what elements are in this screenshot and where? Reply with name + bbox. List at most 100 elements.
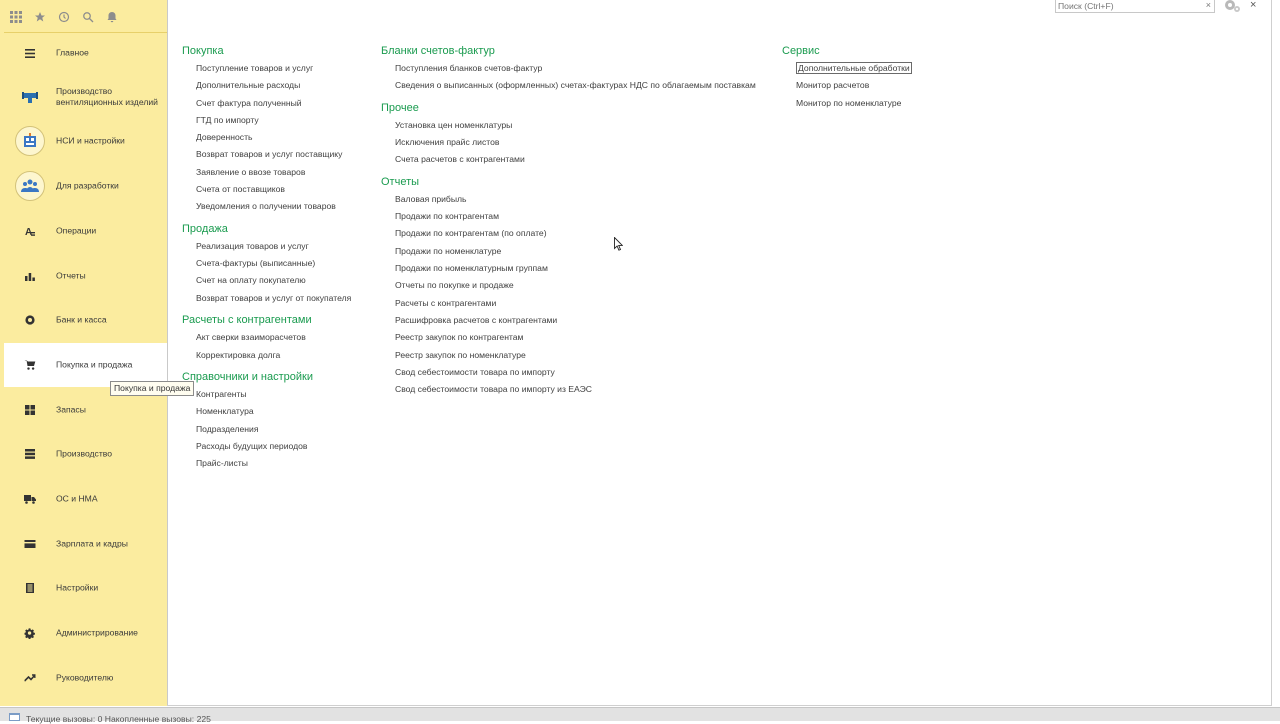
- section-development[interactable]: Для разработки: [4, 164, 167, 208]
- section-label: Администрирование: [56, 627, 138, 638]
- section-ventilation-production[interactable]: Производство вентиляционных изделий: [4, 75, 167, 119]
- section-label: Отчеты: [56, 270, 86, 281]
- section-reference-data[interactable]: НСИ и настройки: [4, 119, 167, 163]
- command-link-label: Доверенность: [196, 132, 253, 143]
- command-group: Отчеты Валовая прибыль Продажи по контраге…: [381, 174, 756, 399]
- command-link[interactable]: Валовая прибыль: [395, 191, 756, 208]
- coin-icon: [25, 315, 35, 325]
- command-link-label: Счет на оплату покупателю: [196, 275, 306, 286]
- section-label: ОС и НМА: [56, 493, 98, 504]
- section-fixed-assets[interactable]: ОС и НМА: [4, 477, 167, 521]
- command-link[interactable]: Расходы будущих периодов: [196, 438, 351, 455]
- section-reports[interactable]: Отчеты: [4, 254, 167, 298]
- card-icon: [24, 540, 36, 548]
- section-salary-hr[interactable]: Зарплата и кадры: [4, 522, 167, 566]
- factory-icon: [25, 449, 35, 459]
- section-administration[interactable]: Администрирование: [4, 611, 167, 655]
- command-link[interactable]: Реализация товаров и услуг: [196, 238, 351, 255]
- command-link-label: Продажи по контрагентам (по оплате): [395, 228, 547, 239]
- command-link-label: Исключения прайс листов: [395, 137, 500, 148]
- command-link[interactable]: Продажи по контрагентам (по оплате): [395, 225, 756, 242]
- command-link-label: Дополнительные обработки: [796, 62, 912, 74]
- command-link[interactable]: Счета расчетов с контрагентами: [395, 151, 756, 168]
- command-link[interactable]: Монитор расчетов: [796, 77, 912, 94]
- command-link[interactable]: Установка цен номенклатуры: [395, 117, 756, 134]
- apps-grid-icon[interactable]: [4, 5, 28, 29]
- command-group: Бланки счетов-фактур Поступления бланков …: [381, 43, 756, 95]
- settings-gear-icon[interactable]: [1222, 0, 1242, 12]
- command-link[interactable]: Продажи по номенклатурным группам: [395, 260, 756, 277]
- search-input[interactable]: [1056, 0, 1205, 12]
- command-link-label: Сведения о выписанных (оформленных) счет…: [395, 80, 756, 91]
- command-link[interactable]: Продажи по контрагентам: [395, 208, 756, 225]
- command-link[interactable]: Свод себестоимости товара по импорту: [395, 364, 756, 381]
- command-link[interactable]: Поступления бланков счетов-фактур: [395, 60, 756, 77]
- command-link[interactable]: Расшифровка расчетов с контрагентами: [395, 312, 756, 329]
- command-link-label: Валовая прибыль: [395, 193, 467, 204]
- group-title: Прочее: [381, 101, 419, 114]
- settings-list-icon: [25, 583, 35, 593]
- bell-icon[interactable]: [100, 5, 124, 29]
- command-link-label: Подразделения: [196, 423, 259, 434]
- command-link[interactable]: Счет на оплату покупателю: [196, 272, 351, 289]
- command-link[interactable]: Реестр закупок по номенклатуре: [395, 347, 756, 364]
- section-operations[interactable]: A Операции: [4, 209, 167, 253]
- section-label: Банк и касса: [56, 314, 107, 325]
- star-icon[interactable]: [28, 5, 52, 29]
- operations-icon: A: [25, 226, 35, 236]
- section-production[interactable]: Производство: [4, 432, 167, 476]
- section-label: Для разработки: [56, 180, 119, 191]
- command-link-label: Поступление товаров и услуг: [196, 63, 314, 73]
- command-link[interactable]: Акт сверки взаиморасчетов: [196, 329, 351, 346]
- command-link-label: Счета расчетов с контрагентами: [395, 154, 525, 165]
- command-link[interactable]: Доверенность: [196, 129, 351, 146]
- command-link[interactable]: Контрагенты: [196, 386, 351, 403]
- search-icon[interactable]: [76, 5, 100, 29]
- ventilation-icon: [22, 90, 38, 104]
- command-link-label: Свод себестоимости товара по импорту из …: [395, 384, 592, 395]
- command-link[interactable]: Свод себестоимости товара по импорту из …: [395, 381, 756, 398]
- command-link[interactable]: Уведомления о получении товаров: [196, 198, 351, 215]
- sections-panel: Главное Производство вентиляционных изде…: [0, 0, 168, 706]
- command-link[interactable]: Счета от поставщиков: [196, 181, 351, 198]
- reference-data-icon: [15, 126, 45, 156]
- command-group: Покупка Поступление товаров и услуг Дополн…: [182, 43, 351, 216]
- command-link[interactable]: Возврат товаров и услуг от покупателя: [196, 290, 351, 307]
- command-link[interactable]: Расчеты с контрагентами: [395, 295, 756, 312]
- command-link[interactable]: Счет фактура полученный: [196, 95, 351, 112]
- command-link-label: Расчеты с контрагентами: [395, 297, 497, 308]
- command-link[interactable]: Продажи по номенклатуре: [395, 243, 756, 260]
- command-link[interactable]: Дополнительные расходы: [196, 77, 351, 94]
- gear-icon: [24, 627, 36, 639]
- search-clear-button[interactable]: ×: [1206, 0, 1211, 11]
- section-management[interactable]: Руководителю: [4, 656, 167, 700]
- command-link[interactable]: Подразделения: [196, 421, 351, 438]
- command-link[interactable]: ГТД по импорту: [196, 112, 351, 129]
- command-link[interactable]: Исключения прайс листов: [395, 134, 756, 151]
- section-label: Руководителю: [56, 672, 114, 683]
- command-link[interactable]: Заявление о ввозе товаров: [196, 164, 351, 181]
- section-bank-cash[interactable]: Банк и касса: [4, 298, 167, 342]
- command-link-label: Продажи по контрагентам: [395, 211, 499, 222]
- command-link[interactable]: Сведения о выписанных (оформленных) счет…: [395, 77, 756, 94]
- command-link[interactable]: Дополнительные обработки: [796, 60, 912, 77]
- command-link[interactable]: Поступление товаров и услуг: [196, 60, 351, 77]
- team-icon: [15, 171, 45, 201]
- command-link[interactable]: Корректировка долга: [196, 347, 351, 364]
- command-link-label: Счет фактура полученный: [196, 97, 302, 108]
- section-settings[interactable]: Настройки: [4, 566, 167, 610]
- command-link-label: Расходы будущих периодов: [196, 440, 308, 451]
- command-link[interactable]: Прайс-листы: [196, 455, 351, 472]
- history-icon[interactable]: [52, 5, 76, 29]
- command-link[interactable]: Счета-фактуры (выписанные): [196, 255, 351, 272]
- command-link-label: Монитор по номенклатуре: [796, 97, 902, 108]
- section-main[interactable]: Главное: [4, 31, 167, 75]
- command-link[interactable]: Реестр закупок по контрагентам: [395, 329, 756, 346]
- command-link[interactable]: Возврат товаров и услуг поставщику: [196, 146, 351, 163]
- close-window-button[interactable]: ×: [1250, 0, 1256, 11]
- command-link-label: Реестр закупок по номенклатуре: [395, 349, 526, 360]
- command-link[interactable]: Монитор по номенклатуре: [796, 95, 912, 112]
- command-link[interactable]: Отчеты по покупке и продаже: [395, 277, 756, 294]
- group-title: Бланки счетов-фактур: [381, 45, 495, 57]
- command-link[interactable]: Номенклатура: [196, 403, 351, 420]
